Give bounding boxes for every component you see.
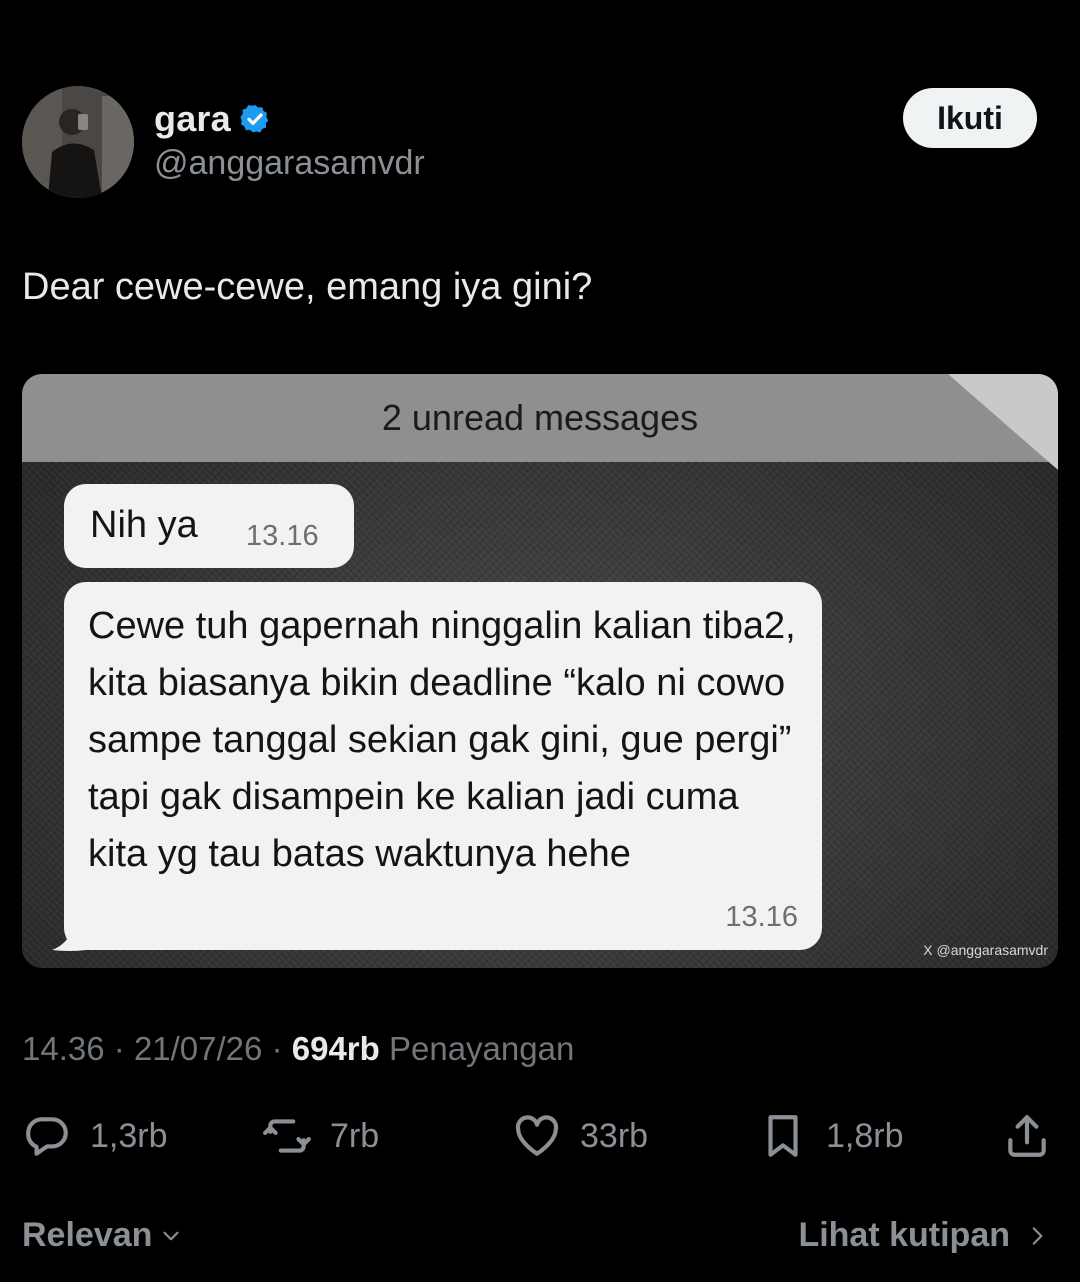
- avatar-photo: [22, 86, 134, 198]
- chat-message-text: Nih ya: [90, 504, 198, 546]
- chevron-right-icon: [1032, 1226, 1043, 1245]
- chat-message-time: 13.16: [725, 901, 798, 933]
- chevron-down-icon: [163, 1231, 179, 1240]
- view-quotes-label: Lihat kutipan: [798, 1216, 1010, 1254]
- author-name[interactable]: gara: [154, 98, 231, 140]
- tweet-media-image[interactable]: 2 unread messages Nih ya 13.16 Cewe tuh …: [22, 374, 1058, 968]
- action-bar: 1,3rb 7rb 33rb 1,8rb: [0, 1108, 1080, 1168]
- bookmark-icon: [768, 1115, 798, 1157]
- heart-icon: [515, 1115, 559, 1156]
- tweet-text: Dear cewe-cewe, emang iya gini?: [22, 266, 593, 308]
- like-count: 33rb: [580, 1116, 649, 1155]
- author-handle[interactable]: @anggarasamvdr: [154, 144, 425, 183]
- sort-dropdown[interactable]: Relevan: [22, 1216, 184, 1255]
- views-label: Penayangan: [388, 1030, 575, 1067]
- page-fold-icon: [948, 374, 1058, 470]
- repost-count: 7rb: [330, 1116, 380, 1155]
- media-watermark: X @anggarasamvdr: [923, 942, 1048, 958]
- bookmark-count: 1,8rb: [826, 1116, 904, 1155]
- chat-bubble-tail: [52, 926, 86, 951]
- tweet-meta: 14.36 · 21/07/26 · 694rb Penayangan: [22, 1030, 574, 1068]
- meta-separator: ·: [271, 1030, 283, 1067]
- repost-icon: [263, 1119, 311, 1153]
- meta-separator: ·: [113, 1030, 125, 1067]
- chat-message-time: 13.16: [246, 520, 319, 552]
- reply-button[interactable]: 1,3rb: [22, 1108, 168, 1164]
- author-avatar[interactable]: [22, 86, 134, 198]
- views-count: 694rb: [291, 1030, 380, 1067]
- sort-label: Relevan: [22, 1216, 153, 1254]
- verified-badge-icon: [240, 105, 269, 133]
- follow-button[interactable]: Ikuti: [903, 88, 1037, 148]
- tweet-date[interactable]: 21/07/26: [134, 1030, 262, 1067]
- tweet-time[interactable]: 14.36: [22, 1030, 105, 1067]
- unread-messages-banner: 2 unread messages: [22, 374, 1058, 462]
- author-name-row: gara: [154, 98, 271, 140]
- reply-icon: [26, 1117, 68, 1156]
- like-button[interactable]: 33rb: [512, 1108, 648, 1164]
- share-icon: [1008, 1115, 1046, 1157]
- share-button[interactable]: [1002, 1108, 1052, 1164]
- repost-button[interactable]: 7rb: [262, 1108, 379, 1164]
- bookmark-button[interactable]: 1,8rb: [758, 1108, 904, 1164]
- chat-bubble-short: Nih ya 13.16: [64, 484, 354, 568]
- unread-messages-label: 2 unread messages: [381, 397, 699, 438]
- reply-count: 1,3rb: [90, 1116, 168, 1155]
- view-quotes-link[interactable]: Lihat kutipan: [798, 1216, 1050, 1255]
- chat-message-text: Cewe tuh gapernah ninggalin kalian tiba2…: [88, 605, 796, 875]
- chat-bubble-long: Cewe tuh gapernah ninggalin kalian tiba2…: [64, 582, 822, 950]
